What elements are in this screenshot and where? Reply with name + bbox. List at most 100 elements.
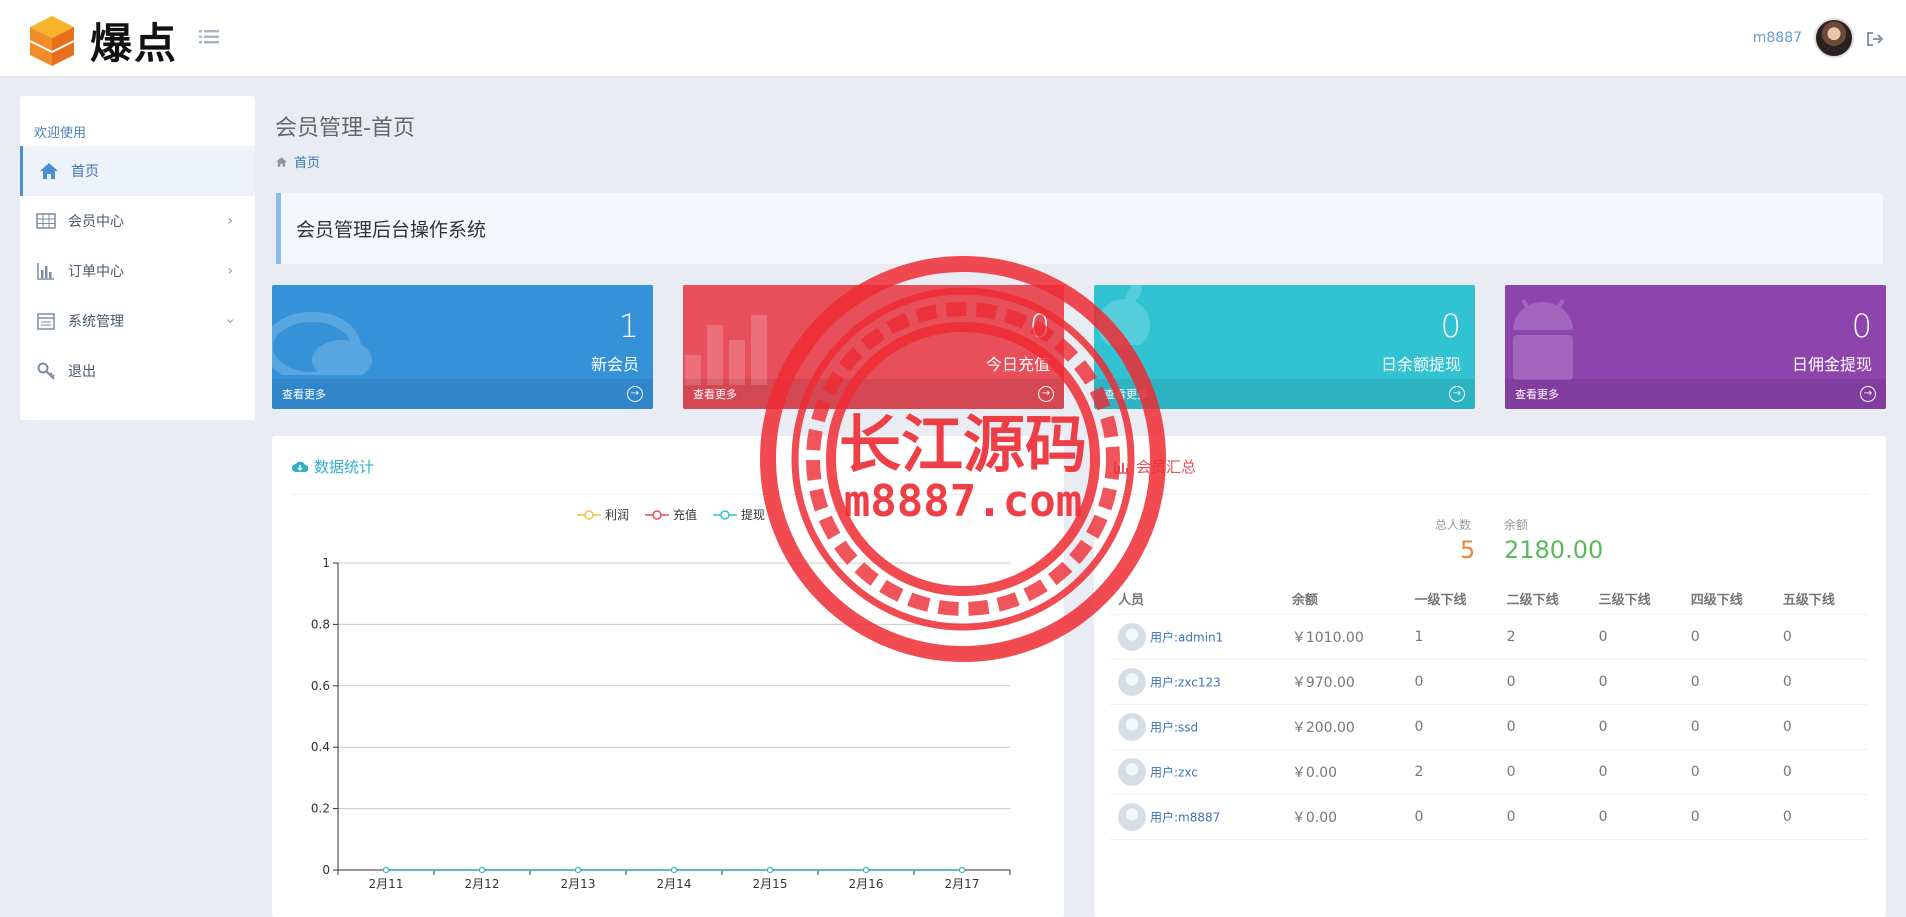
view-more-link[interactable]: 查看更多 →	[272, 379, 653, 409]
member-name-link[interactable]: 用户:zxc123	[1150, 675, 1221, 689]
view-more-link[interactable]: 查看更多 →	[1505, 379, 1886, 409]
user-avatar	[1118, 712, 1146, 741]
logo[interactable]: 爆点	[28, 10, 178, 71]
stat-value: 0	[1851, 307, 1872, 345]
column-header: 五级下线	[1774, 584, 1867, 615]
member-cell[interactable]: 用户:admin1	[1110, 614, 1284, 660]
column-header: 人员	[1110, 584, 1284, 615]
view-more-label: 查看更多	[1515, 388, 1559, 401]
total-members-label: 总人数	[1435, 518, 1472, 532]
key-icon	[37, 362, 55, 380]
balance-label: 余额	[1504, 518, 1529, 532]
line-chart: 0 0.2 0.4 0.6 0.8 1 2月11 2月12 2月13 2月14 2月15 2月16 2月…	[311, 556, 1011, 891]
logout-icon[interactable]	[1866, 31, 1884, 47]
balance-cell: ￥970.00	[1283, 659, 1407, 705]
view-more-link[interactable]: 查看更多 →	[683, 379, 1064, 409]
stats-panel: 数据统计 利润 充值 提现 0 0.2 0.4 0.6 0.8 1 2月11 2月12 2月13…	[272, 436, 1064, 917]
page-title: 会员管理-首页	[275, 116, 415, 141]
balance-cell: ￥200.00	[1283, 704, 1407, 750]
chevron-down-icon: ›	[222, 318, 239, 324]
summary-panel-title-text: 会员汇总	[1136, 458, 1197, 476]
member-cell[interactable]: 用户:zxc123	[1110, 659, 1284, 705]
table-header-row: 人员 余额 一级下线 二级下线 三级下线 四级下线 五级下线	[1110, 584, 1867, 615]
member-summary-table: 人员 余额 一级下线 二级下线 三级下线 四级下线 五级下线 用户:admin1 ￥1010.…	[1110, 584, 1867, 840]
column-header: 余额	[1283, 584, 1407, 615]
user-menu[interactable]: m8887	[1753, 18, 1854, 58]
bar-chart-icon	[37, 263, 54, 280]
member-cell[interactable]: 用户:m8887	[1110, 794, 1284, 840]
downline-count-cell: 2	[1498, 614, 1591, 660]
data-point	[382, 866, 390, 874]
logo-cube-icon	[29, 15, 75, 66]
stat-card-balance-withdraw: 0 日余额提现 查看更多 →	[1094, 285, 1475, 409]
welcome-banner: 会员管理后台操作系统	[276, 193, 1883, 264]
downline-count-cell: 0	[1682, 704, 1775, 750]
chat-icon	[272, 312, 372, 375]
table-row: 用户:zxc ￥0.00 2 0 0 0 0	[1110, 749, 1867, 795]
x-tick-label: 2月17	[945, 877, 980, 891]
downline-count-cell: 0	[1406, 659, 1499, 705]
stat-label: 今日充值	[985, 355, 1050, 374]
sidebar-item-members[interactable]: 会员中心 ›	[20, 196, 255, 246]
apple-icon	[1098, 285, 1150, 345]
downline-count-cell: 0	[1590, 704, 1683, 750]
balance-cell: ￥0.00	[1283, 794, 1407, 840]
sidebar-item-system[interactable]: 系统管理 ›	[20, 296, 255, 346]
user-name[interactable]: m8887	[1753, 30, 1802, 46]
stat-label: 日余额提现	[1380, 355, 1461, 374]
member-name-link[interactable]: 用户:zxc	[1150, 765, 1198, 779]
table-icon	[36, 213, 56, 229]
stat-value: 0	[1029, 307, 1050, 345]
breadcrumb-home[interactable]: 首页	[294, 152, 320, 171]
balance-cell: ￥1010.00	[1283, 614, 1407, 660]
downline-count-cell: 0	[1590, 614, 1683, 660]
member-name-link[interactable]: 用户:admin1	[1150, 630, 1223, 644]
android-icon	[1513, 298, 1573, 380]
stat-card-today-recharge: 0 今日充值 查看更多 →	[683, 285, 1064, 409]
view-more-label: 查看更多	[282, 388, 326, 401]
stat-value: 0	[1440, 307, 1461, 345]
member-name-link[interactable]: 用户:m8887	[1150, 810, 1220, 824]
calendar-icon	[37, 313, 55, 330]
member-cell[interactable]: 用户:zxc	[1110, 749, 1284, 795]
member-cell[interactable]: 用户:ssd	[1110, 704, 1284, 750]
top-bar: 爆点 m8887	[0, 0, 1906, 77]
sidebar-item-logout[interactable]: 退出	[20, 346, 255, 396]
avatar[interactable]	[1814, 18, 1854, 58]
arrow-circle-right-icon: →	[1038, 386, 1054, 402]
chevron-right-icon: ›	[227, 263, 233, 279]
balance-cell: ￥0.00	[1283, 749, 1407, 795]
data-point	[958, 866, 966, 874]
x-tick-label: 2月12	[465, 877, 500, 891]
user-avatar	[1118, 802, 1146, 831]
chevron-right-icon: ›	[227, 213, 233, 229]
sidebar-item-home[interactable]: 首页	[20, 146, 255, 196]
x-tick-label: 2月14	[657, 877, 692, 891]
view-more-link[interactable]: 查看更多 →	[1094, 379, 1475, 409]
downline-count-cell: 0	[1498, 749, 1591, 795]
downline-count-cell: 1	[1406, 614, 1499, 660]
stat-card-new-members: 1 新会员 查看更多 →	[272, 285, 653, 409]
member-name-link[interactable]: 用户:ssd	[1150, 720, 1198, 734]
breadcrumb[interactable]: 首页	[275, 152, 320, 171]
sidebar-section-title: 欢迎使用	[34, 126, 87, 141]
table-row: 用户:m8887 ￥0.00 0 0 0 0 0	[1110, 794, 1867, 840]
column-header: 二级下线	[1498, 584, 1591, 615]
downline-count-cell: 0	[1682, 794, 1775, 840]
column-header: 四级下线	[1682, 584, 1775, 615]
stat-value: 1	[618, 307, 639, 345]
bar-chart-icon	[1114, 460, 1129, 474]
downline-count-cell: 0	[1406, 704, 1499, 750]
stat-label: 新会员	[590, 355, 639, 374]
sidebar-item-orders[interactable]: 订单中心 ›	[20, 246, 255, 296]
y-tick-label: 0.4	[311, 740, 330, 754]
menu-toggle-icon[interactable]	[198, 26, 220, 48]
arrow-circle-right-icon: →	[1449, 386, 1465, 402]
table-row: 用户:ssd ￥200.00 0 0 0 0 0	[1110, 704, 1867, 750]
downline-count-cell: 0	[1774, 704, 1867, 750]
home-icon	[276, 156, 287, 167]
x-tick-label: 2月13	[561, 877, 596, 891]
downline-count-cell: 0	[1774, 659, 1867, 705]
downline-count-cell: 0	[1406, 794, 1499, 840]
downline-count-cell: 0	[1498, 794, 1591, 840]
